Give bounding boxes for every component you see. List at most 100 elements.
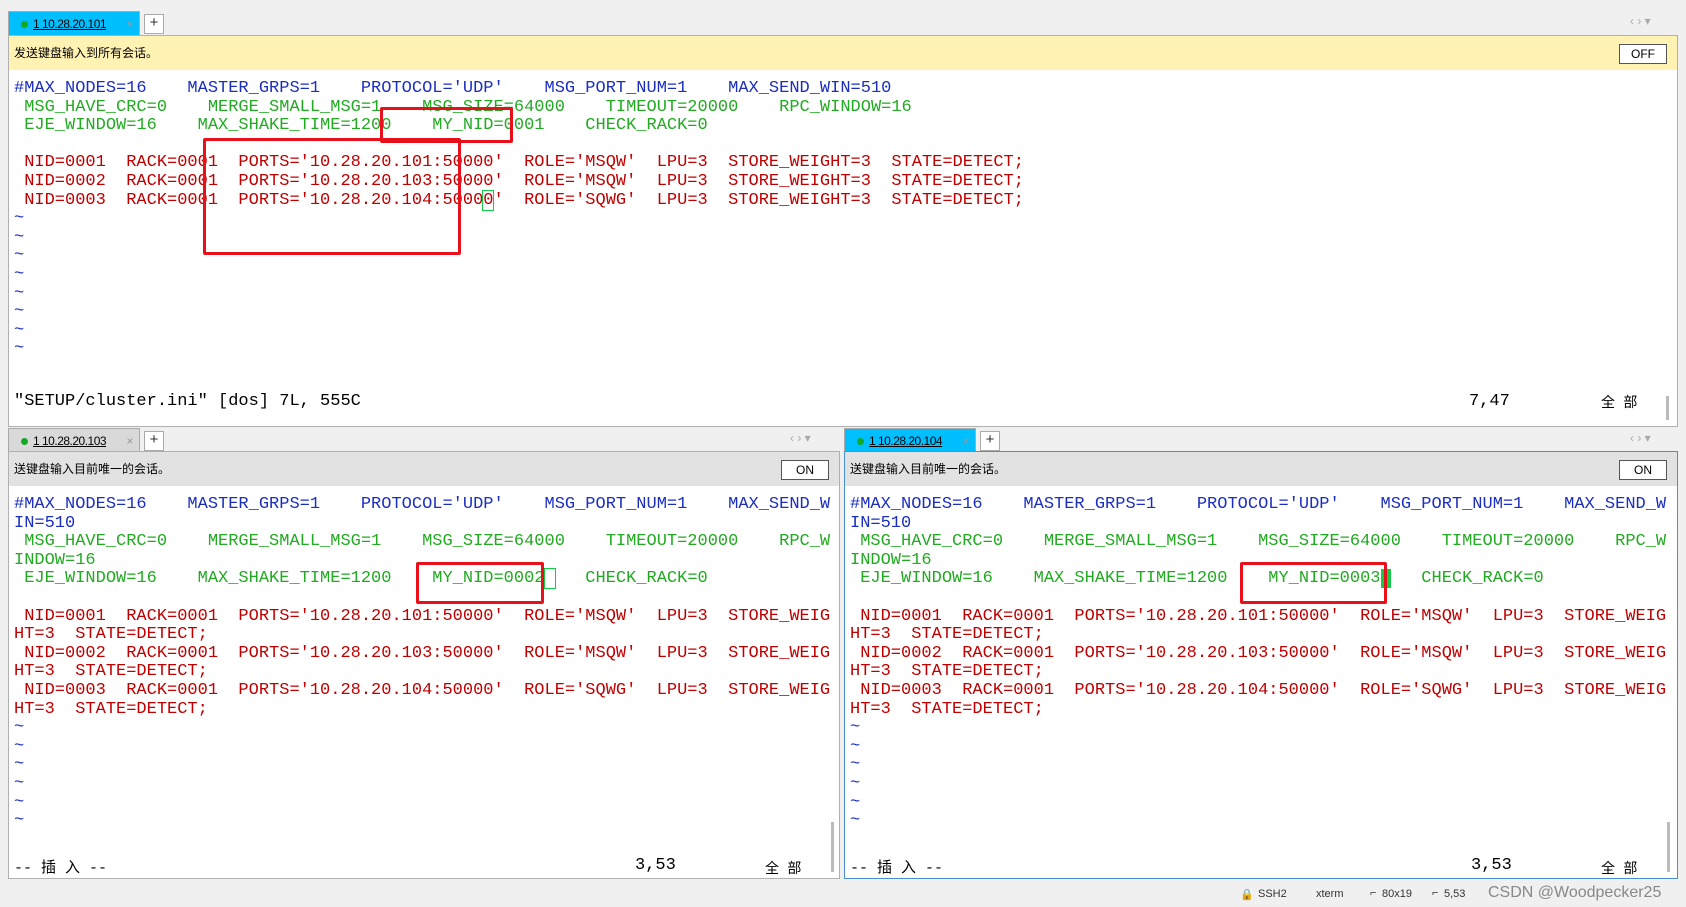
terminal-text-segment: CHECK_RACK=0 [554,569,708,589]
top-terminal-pane[interactable]: 发送键盘输入到所有会话。 OFF #MAX_NODES=16 MASTER_GR… [8,35,1678,427]
close-icon[interactable]: × [126,12,133,36]
terminal-text-segment: #MAX_NODES=16 MASTER_GRPS=1 PROTOCOL='UD… [850,495,1667,514]
terminal-text-segment: ~ [850,736,861,756]
status-file-info: "SETUP/cluster.ini" [dos] 7L, 555C [14,392,361,411]
terminal-text-segment: HT=3 STATE=DETECT; [14,625,208,645]
terminal-line: ~ [850,756,1666,775]
tab-scroll-arrows-icon[interactable]: ‹ › ▾ [1630,431,1651,445]
scrollbar[interactable] [1666,396,1669,420]
tab-session-104[interactable]: 1 10.28.20.104 × [844,428,976,452]
terminal-line: IN=510 [14,514,830,534]
terminal-line: EJE_WINDOW=16 MAX_SHAKE_TIME=1200 MY_NID… [14,116,1024,136]
lock-icon: 🔒 [1240,889,1254,901]
terminal-text-segment: ~ [14,209,25,229]
terminal-line: MSG_HAVE_CRC=0 MERGE_SMALL_MSG=1 MSG_SIZ… [14,532,830,552]
terminal-line: NID=0002 RACK=0001 PORTS='10.28.20.103:5… [14,172,1024,192]
status-all: 全 部 [765,862,802,878]
terminal-text-segment: NID=0002 RACK=0001 PORTS='10.28.20.103:5… [850,643,1667,663]
terminal-line: NID=0001 RACK=0001 PORTS='10.28.20.101:5… [14,154,1024,173]
terminal-line: ~ [14,792,830,813]
terminal-text[interactable]: #MAX_NODES=16 MASTER_GRPS=1 PROTOCOL='UD… [850,495,1667,831]
terminal-line: ~ [850,736,1666,757]
terminal-text-segment: ~ [14,736,25,756]
highlight-box-ports [203,138,461,255]
terminal-line: ~ [14,283,1024,304]
terminal-text-segment: ~ [14,755,25,775]
terminal-text-segment: ~ [14,283,25,303]
terminal-line: ~ [850,792,1666,813]
terminal-text-segment: INDOW=16 [850,550,932,570]
terminal-line: ~ [14,773,830,794]
top-tabbar: 1 10.28.20.101 × + ‹ › ▾ [8,10,1678,36]
terminal-line: IN=510 [850,513,1666,534]
app-statusbar: 🔒 SSH2 xterm ⌐ 80x19 ⌐ 5,53 CSDN @Woodpe… [0,882,1686,907]
highlight-box-my-nid [416,562,544,604]
terminal-text-segment: NID=0002 RACK=0001 PORTS='10.28.20.103:5… [14,643,831,663]
banner-text: 送键盘输入目前唯一的会话。 [850,462,1007,476]
tab-scroll-arrows-icon[interactable]: ‹ › ▾ [790,431,811,445]
status-all: 全 部 [1601,396,1638,412]
terminal-text-segment: ~ [14,792,25,812]
terminal-text-segment: MSG_HAVE_CRC=0 MERGE_SMALL_MSG=1 MSG_SIZ… [850,532,1667,552]
terminal-line: NID=0002 RACK=0001 PORTS='10.28.20.103:5… [850,643,1667,664]
terminal-text-segment: ~ [850,792,861,812]
terminal-text-segment: NID=0003 RACK=0001 PORTS='10.28.20.104:5… [14,680,831,700]
close-icon[interactable]: × [962,429,969,453]
highlight-box-my-nid [1240,562,1387,604]
terminal-line: ~ [14,302,1024,322]
new-tab-button[interactable]: + [144,431,164,451]
terminal-line: ~ [850,811,1666,831]
terminal-text-segment: ~ [14,246,25,266]
status-mode: -- 插 入 -- [14,860,108,877]
close-icon[interactable]: × [126,429,133,453]
cursor-label: 5,53 [1444,888,1466,900]
terminal-text-segment: ~ [14,339,25,359]
terminal-text-segment: HT=3 STATE=DETECT; [850,662,1044,682]
terminal-line: ~ [850,718,1666,738]
scrollbar[interactable] [831,822,834,872]
terminal-line: ~ [14,264,1024,285]
terminal-text-segment: #MAX_NODES=16 MASTER_GRPS=1 PROTOCOL='UD… [14,495,831,514]
sync-toggle-button[interactable]: ON [781,460,829,480]
sync-toggle-button[interactable]: OFF [1619,44,1667,64]
terminal-line: NID=0003 RACK=0001 PORTS='10.28.20.104:5… [850,681,1666,701]
tab-session-103[interactable]: 1 10.28.20.103 × [8,428,140,452]
terminal-text-segment: ' ROLE='SQWG' LPU=3 STORE_WEIGHT=3 STATE… [493,190,1024,210]
right-terminal-pane[interactable]: 送键盘输入目前唯一的会话。 ON #MAX_NODES=16 MASTER_GR… [844,451,1678,879]
terminal-line: #MAX_NODES=16 MASTER_GRPS=1 PROTOCOL='UD… [14,79,1024,99]
terminal-text-segment: EJE_WINDOW=16 MAX_SHAKE_TIME=1200 MY_NID… [14,116,708,136]
terminal-line: #MAX_NODES=16 MASTER_GRPS=1 PROTOCOL='UD… [14,495,831,515]
new-tab-button[interactable]: + [980,431,1000,451]
left-tabbar: 1 10.28.20.103 × + ‹ › ▾ [8,427,838,453]
terminal-text-segment: ~ [14,227,25,247]
terminal-text-segment: ~ [850,773,861,793]
left-terminal-pane[interactable]: 送键盘输入目前唯一的会话。 ON #MAX_NODES=16 MASTER_GR… [8,451,840,879]
terminal-text-segment: ~ [14,264,25,284]
cursor-icon: ⌐ [1432,887,1439,899]
terminal-text-segment: CHECK_RACK=0 [1390,569,1544,589]
terminal-text-segment: ~ [14,320,25,340]
status-cursor-pos: 7,47 [1469,392,1510,411]
scrollbar[interactable] [1667,822,1670,872]
terminal-text-segment: IN=510 [850,513,912,533]
terminal-line: ~ [14,736,830,757]
sync-input-banner: 送键盘输入目前唯一的会话。 ON [9,452,839,486]
sync-toggle-button[interactable]: ON [1619,460,1667,480]
terminal-text[interactable]: #MAX_NODES=16 MASTER_GRPS=1 PROTOCOL='UD… [14,495,831,831]
banner-text: 送键盘输入目前唯一的会话。 [14,462,171,476]
size-label: 80x19 [1382,888,1412,900]
terminal-text-segment: #MAX_NODES=16 MASTER_GRPS=1 PROTOCOL='UD… [14,79,892,98]
new-tab-button[interactable]: + [144,14,164,34]
tab-session-101[interactable]: 1 10.28.20.101 × [8,11,140,35]
terminal-line: HT=3 STATE=DETECT; [14,700,830,720]
terminal-text[interactable]: #MAX_NODES=16 MASTER_GRPS=1 PROTOCOL='UD… [14,79,1024,359]
terminal-line: NID=0003 RACK=0001 PORTS='10.28.20.104:5… [14,680,831,701]
terminal-text-segment: ~ [850,718,861,738]
tab-label: 1 10.28.20.103 [33,434,107,448]
terminal-text-segment: ~ [14,718,25,738]
terminal-text-segment: ~ [850,755,861,775]
tab-scroll-arrows-icon[interactable]: ‹ › ▾ [1630,14,1651,28]
terminal-text-segment: ~ [14,773,25,793]
right-tabbar: 1 10.28.20.104 × + ‹ › ▾ [844,427,1678,453]
